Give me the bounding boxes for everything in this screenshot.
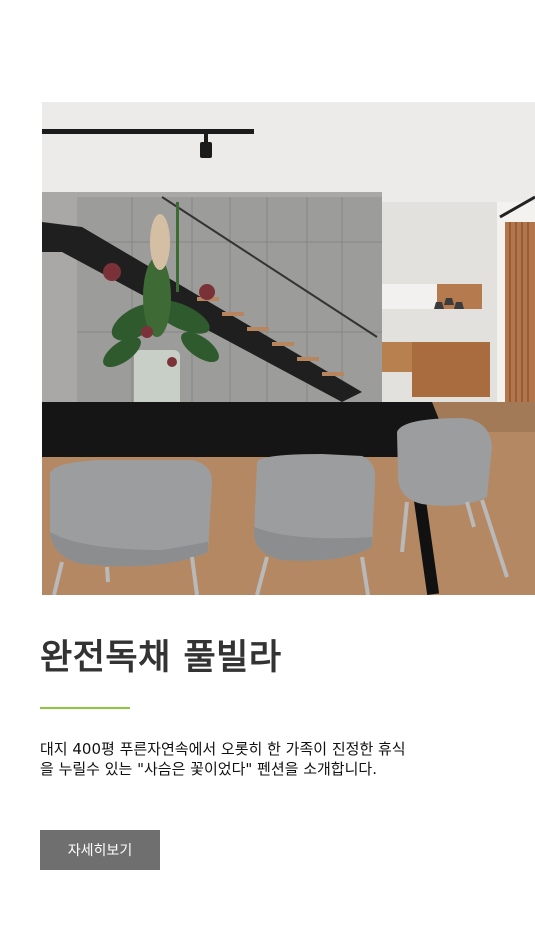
view-details-button[interactable]: 자세히보기 xyxy=(40,830,160,870)
description-text: 대지 400평 푸른자연속에서 오롯히 한 가족이 진정한 휴식을 누릴수 있는… xyxy=(40,740,406,778)
interior-photo xyxy=(42,102,535,595)
accent-divider xyxy=(40,707,130,709)
page-title: 완전독채 풀빌라 xyxy=(40,638,282,678)
